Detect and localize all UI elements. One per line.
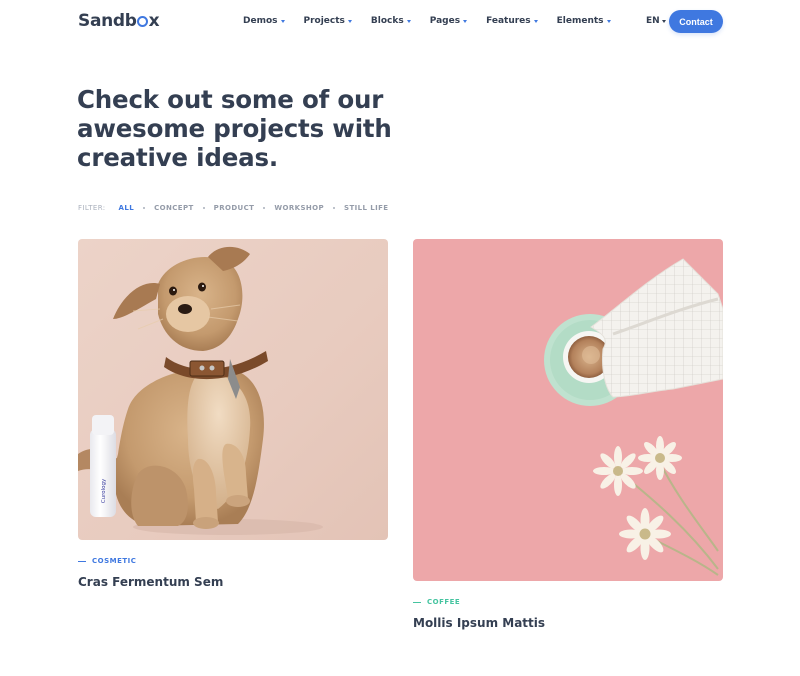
category-dash <box>413 601 421 603</box>
main-nav: Demos Projects Blocks Pages Features Ele… <box>243 16 611 26</box>
category-label: COFFEE <box>427 598 461 606</box>
logo[interactable]: Sandb x <box>78 11 160 31</box>
chevron-down-icon <box>606 19 611 23</box>
filter-separator <box>143 207 146 209</box>
nav-pages-label: Pages <box>429 16 461 26</box>
chevron-down-icon <box>280 19 285 23</box>
filter-workshop[interactable]: WORKSHOP <box>274 204 324 212</box>
bottle-brand-label: Curology <box>101 478 107 503</box>
project-title[interactable]: Mollis Ipsum Mattis <box>413 616 545 630</box>
project-filter: FILTER: ALL CONCEPT PRODUCT WORKSHOP STI… <box>78 204 388 212</box>
chevron-down-icon <box>661 19 666 23</box>
nav-features[interactable]: Features <box>486 16 538 26</box>
filter-separator <box>202 207 205 209</box>
chevron-down-icon <box>406 19 411 23</box>
filter-separator <box>263 207 266 209</box>
chevron-down-icon <box>347 19 352 23</box>
project-category: COFFEE <box>413 598 460 606</box>
filter-product[interactable]: PRODUCT <box>214 204 255 212</box>
contact-button[interactable]: Contact <box>669 10 723 33</box>
chevron-down-icon <box>533 19 538 23</box>
project-image-coffee[interactable] <box>413 239 723 581</box>
nav-elements[interactable]: Elements <box>557 16 611 26</box>
language-label: EN <box>646 16 660 26</box>
nav-features-label: Features <box>486 16 531 26</box>
coffee-illustration <box>544 258 723 576</box>
language-selector[interactable]: EN <box>646 16 666 26</box>
nav-blocks-label: Blocks <box>370 16 404 26</box>
filter-label: FILTER: <box>78 204 106 212</box>
nav-blocks[interactable]: Blocks <box>371 16 411 26</box>
nav-elements-label: Elements <box>556 16 604 26</box>
chevron-down-icon <box>463 19 468 23</box>
category-dash <box>78 560 86 562</box>
page-title: Check out some of our awesome projects w… <box>77 85 392 172</box>
nav-projects[interactable]: Projects <box>304 16 352 26</box>
filter-concept[interactable]: CONCEPT <box>154 204 194 212</box>
dog-illustration: Curology <box>78 246 323 535</box>
filter-all[interactable]: ALL <box>119 204 135 212</box>
filter-still-life[interactable]: STILL LIFE <box>344 204 388 212</box>
project-image-dog[interactable]: Curology <box>78 239 388 540</box>
category-label: COSMETIC <box>92 557 137 565</box>
filter-separator <box>333 207 336 209</box>
nav-projects-label: Projects <box>303 16 345 26</box>
site-header: Sandb x Demos Projects Blocks Pages Featu… <box>0 0 800 44</box>
project-title[interactable]: Cras Fermentum Sem <box>78 575 223 589</box>
nav-demos-label: Demos <box>243 16 278 26</box>
nav-pages[interactable]: Pages <box>429 16 468 26</box>
nav-demos[interactable]: Demos <box>243 16 285 26</box>
project-category: COSMETIC <box>78 557 136 565</box>
